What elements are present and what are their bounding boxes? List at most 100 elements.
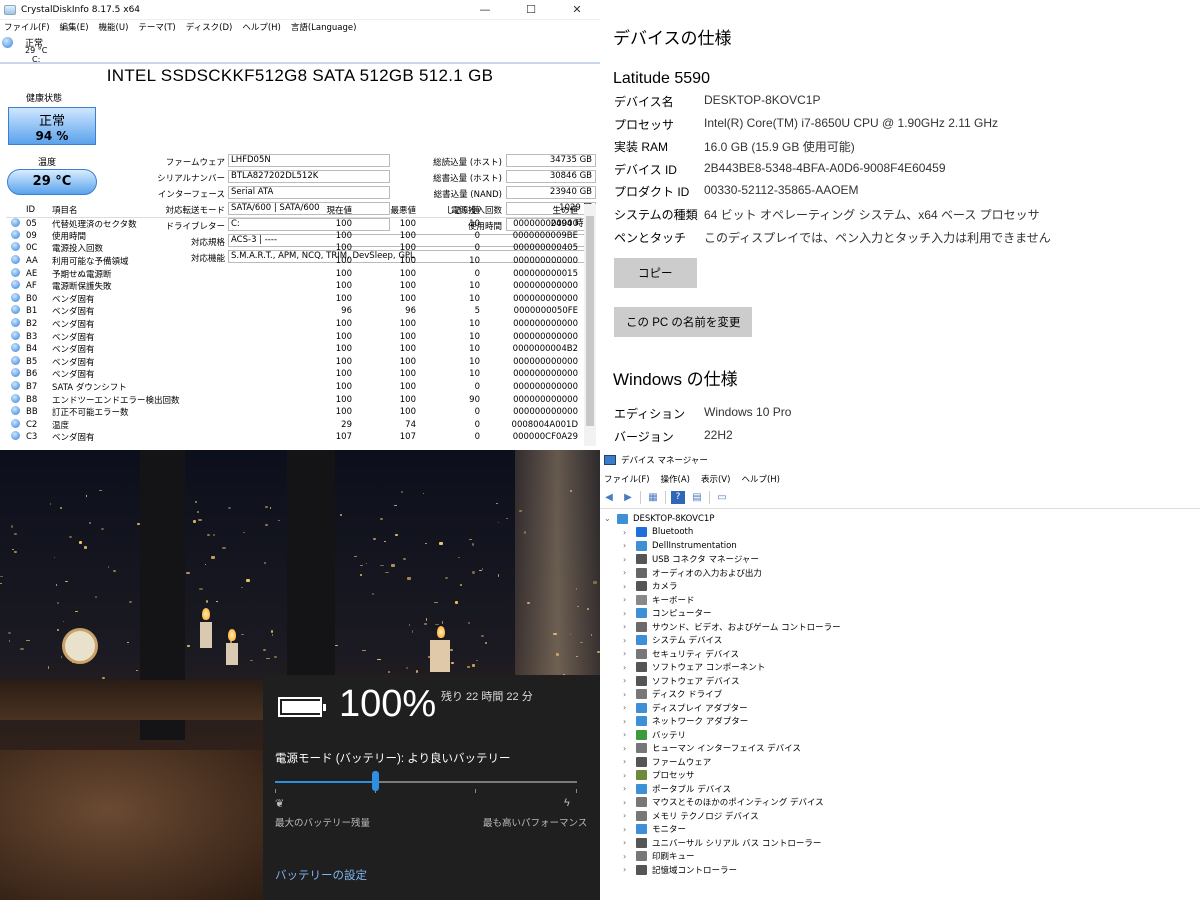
smart-row[interactable]: AE 予期せぬ電源断 100 100 0 000000000015 [6, 267, 582, 280]
menu-help[interactable]: ヘルプ(H) [741, 473, 780, 485]
menu-theme[interactable]: テーマ(T) [138, 21, 175, 33]
tree-item[interactable]: › 印刷キュー [600, 850, 1200, 864]
forward-icon[interactable]: ▶ [621, 491, 635, 504]
header-name[interactable]: 項目名 [50, 204, 292, 218]
chevron-right-icon[interactable]: › [623, 852, 631, 861]
close-button[interactable]: ✕ [554, 3, 600, 16]
chevron-right-icon[interactable]: › [623, 784, 631, 793]
smart-row[interactable]: C3 ベンダ固有 107 107 0 000000CF0A29 [6, 431, 582, 444]
smart-row[interactable]: B1 ベンダ固有 96 96 5 0000000050FE [6, 305, 582, 318]
menu-file[interactable]: ファイル(F) [604, 473, 650, 485]
smart-row[interactable]: BB 訂正不可能エラー数 100 100 0 000000000000 [6, 406, 582, 419]
chevron-right-icon[interactable]: › [623, 744, 631, 753]
tree-root[interactable]: ⌄ DESKTOP-8KOVC1P [600, 512, 1200, 526]
drive-tab[interactable]: 正常 29 °C C: [0, 34, 600, 64]
chevron-right-icon[interactable]: › [623, 811, 631, 820]
tree-item[interactable]: › キーボード [600, 593, 1200, 607]
menu-function[interactable]: 機能(U) [99, 21, 129, 33]
tree-item[interactable]: › Bluetooth [600, 526, 1200, 540]
chevron-right-icon[interactable]: › [623, 663, 631, 672]
tree-item[interactable]: › コンピューター [600, 607, 1200, 621]
tree-item[interactable]: › プロセッサ [600, 769, 1200, 783]
temperature-badge[interactable]: 29 °C [7, 169, 97, 195]
view-icon[interactable]: ▦ [646, 491, 660, 504]
slider-thumb[interactable] [371, 771, 379, 791]
smart-row[interactable]: B2 ベンダ固有 100 100 10 000000000000 [6, 318, 582, 331]
smart-row[interactable]: AA 利用可能な予備領域 100 100 10 000000000000 [6, 255, 582, 268]
tree-item[interactable]: › ユニバーサル シリアル バス コントローラー [600, 836, 1200, 850]
smart-row[interactable]: AF 電源断保護失敗 100 100 10 000000000000 [6, 280, 582, 293]
menu-view[interactable]: 表示(V) [701, 473, 730, 485]
tree-item[interactable]: › セキュリティ デバイス [600, 647, 1200, 661]
battery-settings-link[interactable]: バッテリーの設定 [275, 867, 367, 883]
header-id[interactable]: ID [24, 204, 50, 218]
scan-monitor-icon[interactable]: ▭ [715, 491, 729, 504]
tree-item[interactable]: › ポータブル デバイス [600, 782, 1200, 796]
chevron-right-icon[interactable]: › [623, 717, 631, 726]
tree-item[interactable]: › 記憶域コントローラー [600, 863, 1200, 877]
smart-row[interactable]: B6 ベンダ固有 100 100 10 000000000000 [6, 368, 582, 381]
chevron-right-icon[interactable]: › [623, 649, 631, 658]
tree-item[interactable]: › ファームウェア [600, 755, 1200, 769]
chevron-right-icon[interactable]: › [623, 555, 631, 564]
chevron-right-icon[interactable]: › [623, 771, 631, 780]
tree-item[interactable]: › ネットワーク アダプター [600, 715, 1200, 729]
chevron-right-icon[interactable]: › [623, 798, 631, 807]
header-worst[interactable]: 最悪値 [356, 204, 420, 218]
menu-edit[interactable]: 編集(E) [60, 21, 89, 33]
tree-item[interactable]: › カメラ [600, 580, 1200, 594]
tree-item[interactable]: › DellInstrumentation [600, 539, 1200, 553]
chevron-right-icon[interactable]: › [623, 676, 631, 685]
chevron-right-icon[interactable]: › [623, 636, 631, 645]
chevron-right-icon[interactable]: › [623, 528, 631, 537]
chevron-right-icon[interactable]: › [623, 595, 631, 604]
tree-item[interactable]: › バッテリ [600, 728, 1200, 742]
rename-pc-button[interactable]: この PC の名前を変更 [614, 307, 753, 337]
tree-item[interactable]: › マウスとそのほかのポインティング デバイス [600, 796, 1200, 810]
smart-row[interactable]: C2 温度 29 74 0 0008004A001D [6, 418, 582, 432]
smart-row[interactable]: B8 エンドツーエンドエラー検出回数 100 100 90 000000000000 [6, 393, 582, 406]
chevron-right-icon[interactable]: › [623, 609, 631, 618]
help-icon[interactable]: ? [671, 491, 685, 504]
tree-item[interactable]: › USB コネクタ マネージャー [600, 553, 1200, 567]
minimize-button[interactable]: — [462, 3, 508, 16]
properties-icon[interactable]: ▤ [690, 491, 704, 504]
chevron-right-icon[interactable]: › [623, 825, 631, 834]
smart-row[interactable]: 09 使用時間 100 100 0 0000000009BE [6, 229, 582, 243]
smart-row[interactable]: B4 ベンダ固有 100 100 10 0000000004B2 [6, 343, 582, 356]
menu-disk[interactable]: ディスク(D) [186, 21, 233, 33]
chevron-right-icon[interactable]: › [623, 690, 631, 699]
chevron-right-icon[interactable]: › [623, 568, 631, 577]
scrollbar-thumb[interactable] [586, 216, 594, 426]
chevron-down-icon[interactable]: ⌄ [604, 514, 612, 523]
scrollbar[interactable] [584, 204, 596, 446]
chevron-right-icon[interactable]: › [623, 582, 631, 591]
tree-item[interactable]: › ディスク ドライブ [600, 688, 1200, 702]
smart-row[interactable]: 0C 電源投入回数 100 100 0 000000000405 [6, 242, 582, 255]
menu-file[interactable]: ファイル(F) [4, 21, 50, 33]
chevron-right-icon[interactable]: › [623, 838, 631, 847]
tree-item[interactable]: › ソフトウェア デバイス [600, 674, 1200, 688]
smart-row[interactable]: B3 ベンダ固有 100 100 10 000000000000 [6, 330, 582, 343]
power-mode-slider[interactable] [275, 771, 577, 793]
tree-item[interactable]: › ヒューマン インターフェイス デバイス [600, 742, 1200, 756]
header-threshold[interactable]: しきい値 [420, 204, 484, 218]
tree-item[interactable]: › システム デバイス [600, 634, 1200, 648]
tree-item[interactable]: › ソフトウェア コンポーネント [600, 661, 1200, 675]
tree-item[interactable]: › モニター [600, 823, 1200, 837]
menu-help[interactable]: ヘルプ(H) [242, 21, 281, 33]
maximize-button[interactable]: ☐ [508, 3, 554, 16]
smart-row[interactable]: B5 ベンダ固有 100 100 10 000000000000 [6, 355, 582, 369]
copy-button[interactable]: コピー [614, 258, 697, 288]
back-icon[interactable]: ◀ [602, 491, 616, 504]
health-status-badge[interactable]: 正常 94 % [8, 107, 96, 145]
smart-row[interactable]: B7 SATA ダウンシフト 100 100 0 000000000000 [6, 381, 582, 394]
smart-row[interactable]: B0 ベンダ固有 100 100 10 000000000000 [6, 292, 582, 306]
chevron-right-icon[interactable]: › [623, 730, 631, 739]
tree-item[interactable]: › ディスプレイ アダプター [600, 701, 1200, 715]
tree-item[interactable]: › サウンド、ビデオ、およびゲーム コントローラー [600, 620, 1200, 634]
chevron-right-icon[interactable]: › [623, 757, 631, 766]
smart-row[interactable]: 05 代替処理済のセクタ数 100 100 10 000000000000 [6, 217, 582, 230]
header-current[interactable]: 現在値 [292, 204, 356, 218]
menu-language[interactable]: 言語(Language) [291, 21, 357, 33]
